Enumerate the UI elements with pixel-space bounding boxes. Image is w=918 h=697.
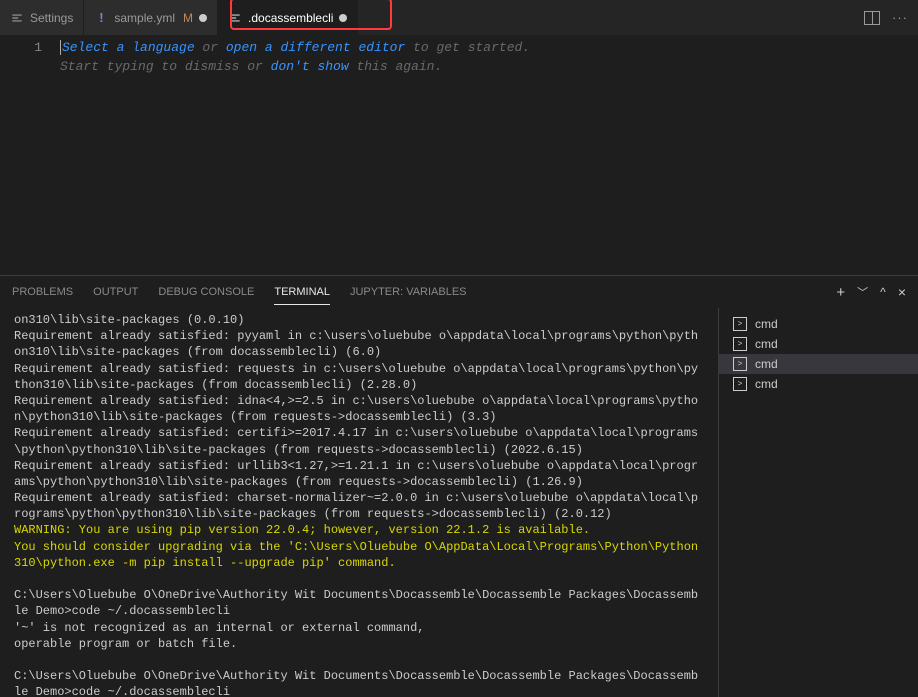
tab-label: Settings xyxy=(30,11,73,25)
terminal-line: Requirement already satisfied: idna<4,>=… xyxy=(14,394,698,424)
chevron-down-icon[interactable]: ﹀ xyxy=(857,284,868,300)
bottom-panel: PROBLEMS OUTPUT DEBUG CONSOLE TERMINAL J… xyxy=(0,275,918,697)
panel-tab-terminal[interactable]: TERMINAL xyxy=(274,280,330,305)
more-actions-icon[interactable]: ··· xyxy=(892,10,908,25)
terminal-line: Requirement already satisfied: urllib3<1… xyxy=(14,459,698,489)
placeholder-text: Start typing to dismiss or xyxy=(60,59,271,74)
terminal-line: operable program or batch file. xyxy=(14,637,237,651)
tab-bar-actions: ··· xyxy=(864,10,918,25)
editor-area[interactable]: 1 Select a language or open a different … xyxy=(0,35,918,275)
placeholder-text: or xyxy=(195,40,226,55)
terminal-name: cmd xyxy=(755,357,778,371)
terminal-list: > cmd > cmd > cmd > cmd xyxy=(718,308,918,697)
settings-icon xyxy=(228,11,242,25)
text-cursor xyxy=(60,40,61,55)
tab-sample-yml[interactable]: ! sample.yml M xyxy=(84,0,218,35)
tab-settings[interactable]: Settings xyxy=(0,0,84,35)
placeholder-link[interactable]: don't show xyxy=(271,59,349,74)
terminal-icon: > xyxy=(733,337,747,351)
placeholder-text: this again. xyxy=(349,59,443,74)
terminal-icon: > xyxy=(733,377,747,391)
terminal-name: cmd xyxy=(755,317,778,331)
tab-docassemblecli[interactable]: .docassemblecli xyxy=(218,0,358,35)
panel-actions: + ﹀ ^ × xyxy=(836,284,906,301)
panel-tab-problems[interactable]: PROBLEMS xyxy=(12,280,73,304)
terminal-list-item[interactable]: > cmd xyxy=(719,374,918,394)
terminal-output[interactable]: on310\lib\site-packages (0.0.10) Require… xyxy=(0,308,718,697)
terminal-list-item[interactable]: > cmd xyxy=(719,354,918,374)
placeholder-text: to get started. xyxy=(405,40,530,55)
modified-indicator: M xyxy=(183,11,193,25)
terminal-list-item[interactable]: > cmd xyxy=(719,314,918,334)
panel-tabs: PROBLEMS OUTPUT DEBUG CONSOLE TERMINAL J… xyxy=(0,276,918,308)
terminal-line: C:\Users\Oluebube O\OneDrive\Authority W… xyxy=(14,669,698,697)
terminal-line: '~' is not recognized as an internal or … xyxy=(14,621,424,635)
placeholder-link[interactable]: Select a language xyxy=(62,40,195,55)
terminal-line: C:\Users\Oluebube O\OneDrive\Authority W… xyxy=(14,588,698,618)
terminal-line: You should consider upgrading via the 'C… xyxy=(14,540,698,570)
terminal-line: Requirement already satisfied: certifi>=… xyxy=(14,426,698,456)
terminal-line: WARNING: You are using pip version 22.0.… xyxy=(14,523,590,537)
maximize-panel-icon[interactable]: ^ xyxy=(880,285,886,299)
panel-tab-jupyter-variables[interactable]: JUPYTER: VARIABLES xyxy=(350,280,467,304)
line-number: 1 xyxy=(10,39,42,58)
terminal-icon: > xyxy=(733,357,747,371)
line-number-gutter: 1 xyxy=(0,39,60,275)
terminal-line: Requirement already satisfied: charset-n… xyxy=(14,491,698,521)
terminal-line: Requirement already satisfied: pyyaml in… xyxy=(14,329,698,359)
dirty-indicator-icon xyxy=(199,14,207,22)
panel-tab-output[interactable]: OUTPUT xyxy=(93,280,138,304)
terminal-name: cmd xyxy=(755,337,778,351)
editor-content[interactable]: Select a language or open a different ed… xyxy=(60,39,918,275)
settings-icon xyxy=(10,11,24,25)
new-terminal-icon[interactable]: + xyxy=(836,284,845,301)
terminal-line: on310\lib\site-packages (0.0.10) xyxy=(14,313,244,327)
tab-label: .docassemblecli xyxy=(248,11,333,25)
split-editor-icon[interactable] xyxy=(864,11,880,25)
terminal-icon: > xyxy=(733,317,747,331)
terminal-list-item[interactable]: > cmd xyxy=(719,334,918,354)
terminal-name: cmd xyxy=(755,377,778,391)
placeholder-link[interactable]: open a different editor xyxy=(226,40,405,55)
panel-tab-debug-console[interactable]: DEBUG CONSOLE xyxy=(158,280,254,304)
terminal-line: Requirement already satisfied: requests … xyxy=(14,362,698,392)
tab-bar: Settings ! sample.yml M .docassemblecli … xyxy=(0,0,918,35)
yaml-icon: ! xyxy=(94,10,108,25)
tab-label: sample.yml xyxy=(114,11,175,25)
panel-body: on310\lib\site-packages (0.0.10) Require… xyxy=(0,308,918,697)
close-panel-icon[interactable]: × xyxy=(898,284,906,300)
dirty-indicator-icon xyxy=(339,14,347,22)
